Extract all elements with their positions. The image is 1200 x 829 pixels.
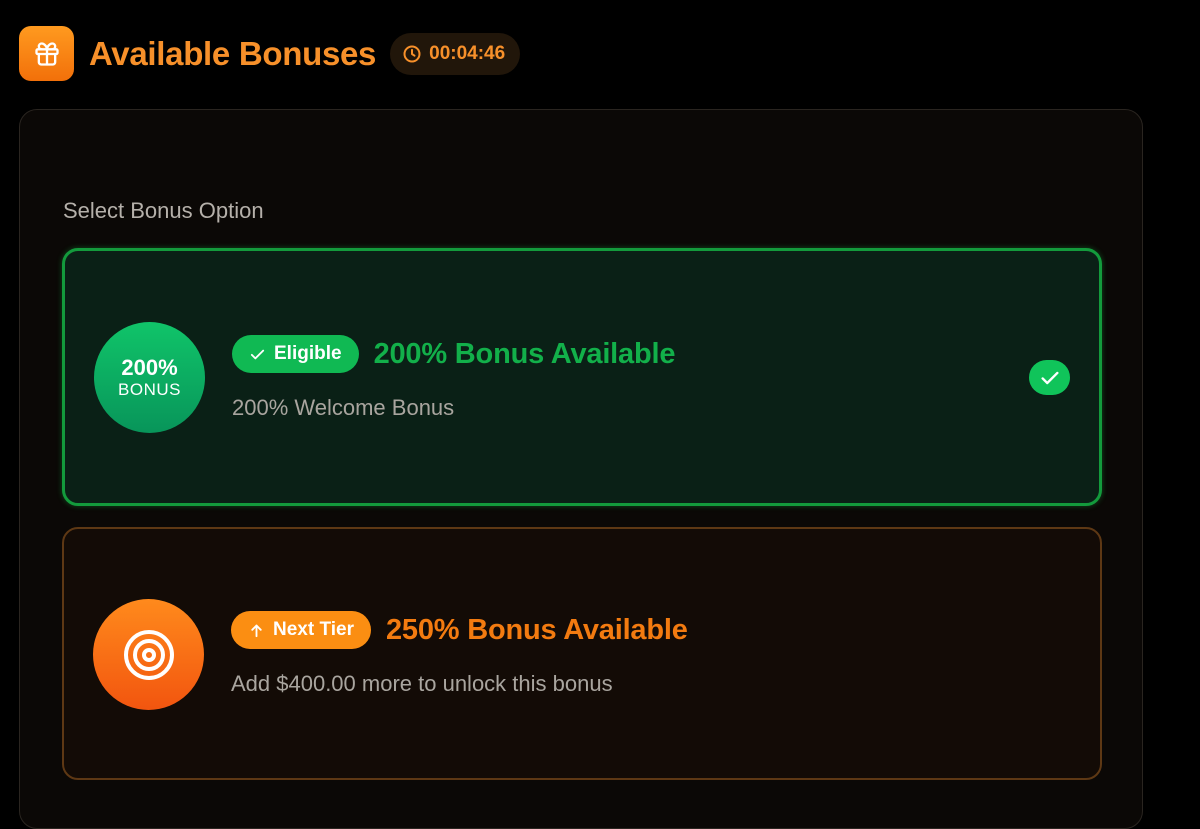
badge-word: BONUS xyxy=(118,380,181,399)
bonus-subtitle: Add $400.00 more to unlock this bonus xyxy=(231,671,613,696)
timer-value: 00:04:46 xyxy=(429,42,506,64)
bonus-title: 250% Bonus Available xyxy=(385,613,688,646)
gift-icon xyxy=(19,26,74,81)
bonus-subtitle: 200% Welcome Bonus xyxy=(232,395,455,420)
status-badge-eligible: Eligible xyxy=(232,335,359,373)
selected-check-icon xyxy=(1029,360,1070,395)
status-badge-next-tier: Next Tier xyxy=(231,611,371,649)
countdown-timer: 00:04:46 xyxy=(390,32,521,75)
status-label: Eligible xyxy=(274,343,342,364)
badge-percent: 200% xyxy=(121,355,178,380)
target-icon xyxy=(93,599,204,710)
section-label: Select Bonus Option xyxy=(63,198,264,223)
clock-icon xyxy=(402,44,422,64)
bonus-badge: 200% BONUS xyxy=(94,322,205,433)
page-header: Available Bonuses 00:04:46 xyxy=(19,26,521,81)
bonus-title: 200% Bonus Available xyxy=(373,337,676,370)
status-label: Next Tier xyxy=(273,619,354,640)
bonus-option-250[interactable]: Next Tier 250% Bonus Available Add $400.… xyxy=(62,527,1102,780)
bonus-info: Eligible 200% Bonus Available 200% Welco… xyxy=(232,335,675,421)
check-icon xyxy=(250,349,265,359)
bonus-info: Next Tier 250% Bonus Available Add $400.… xyxy=(231,611,688,697)
bonus-option-200[interactable]: 200% BONUS Eligible 200% Bonus Available… xyxy=(62,248,1102,506)
arrow-up-icon xyxy=(251,624,262,637)
page-title: Available Bonuses xyxy=(89,34,377,72)
